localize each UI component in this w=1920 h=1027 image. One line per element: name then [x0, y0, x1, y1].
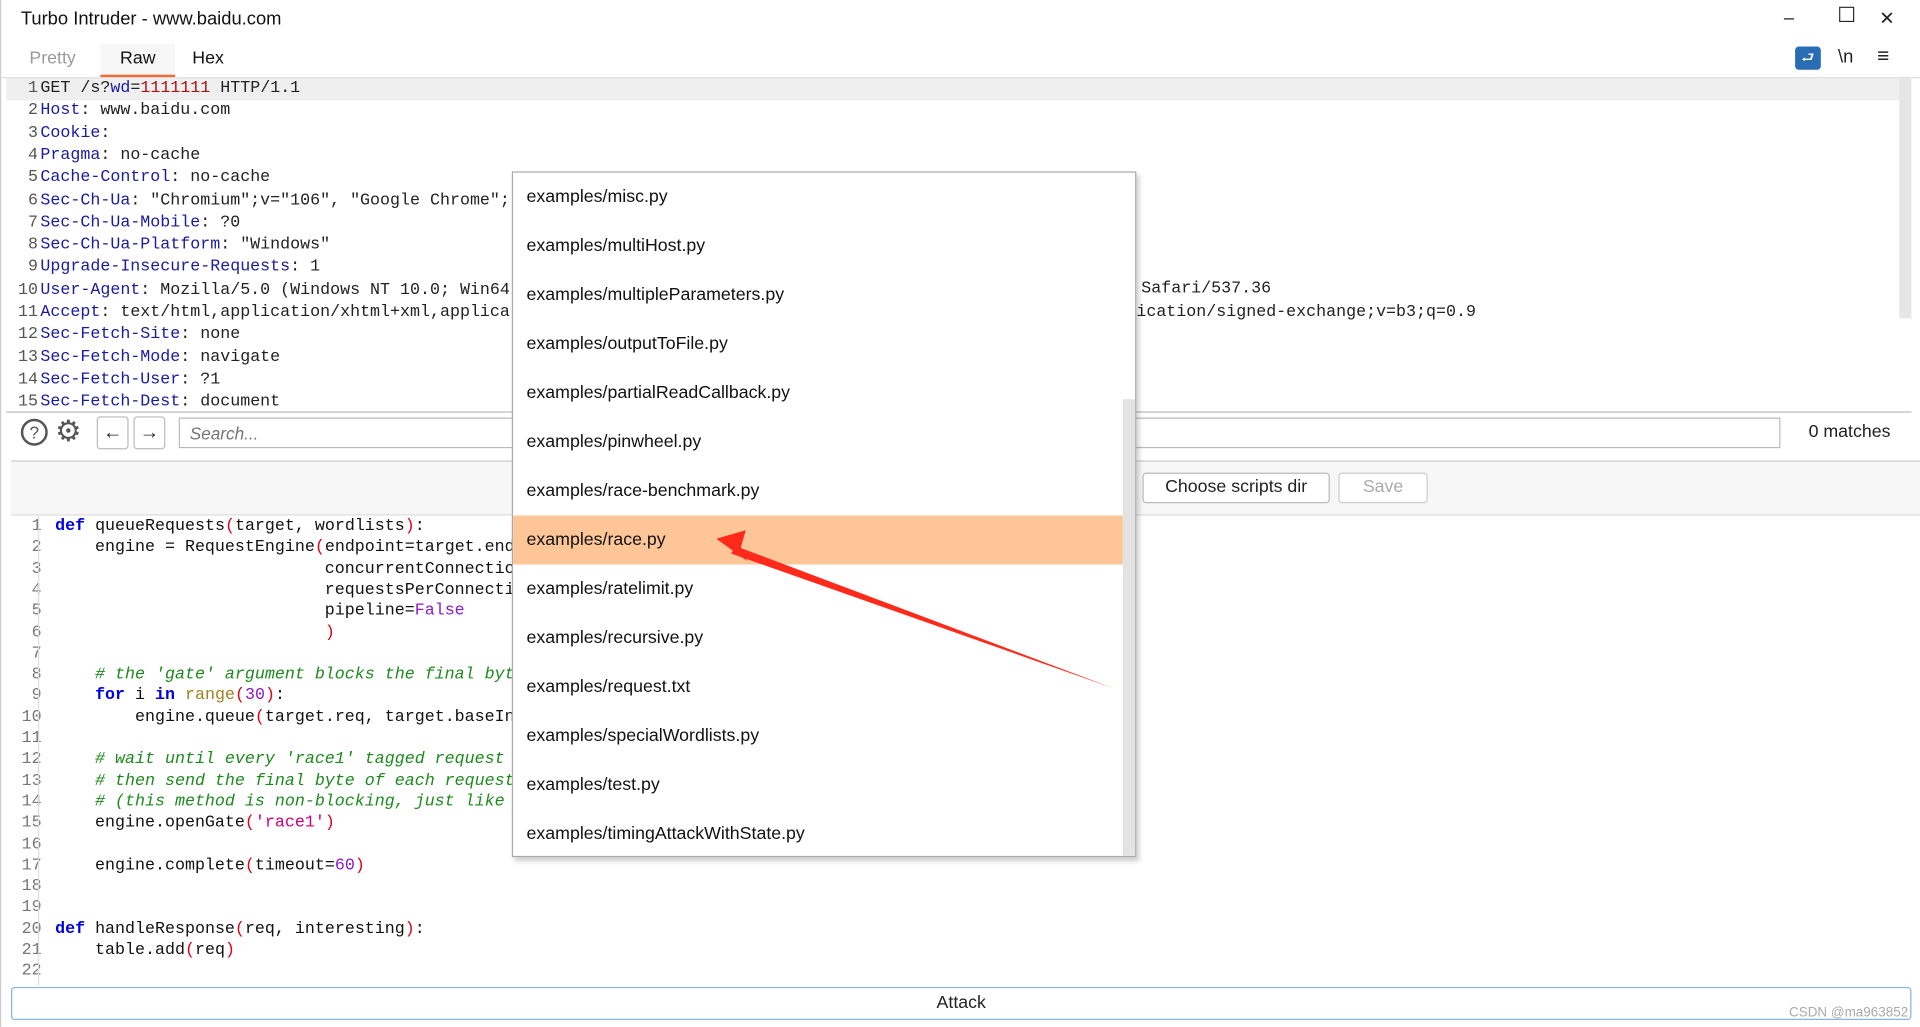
arrow-head: [716, 530, 747, 561]
turbo-intruder-window: Turbo Intruder - www.baidu.com – ☐ ✕ Pre…: [0, 0, 1920, 1027]
annotation-arrow: [716, 530, 1114, 689]
arrow-shaft: [731, 546, 1114, 689]
